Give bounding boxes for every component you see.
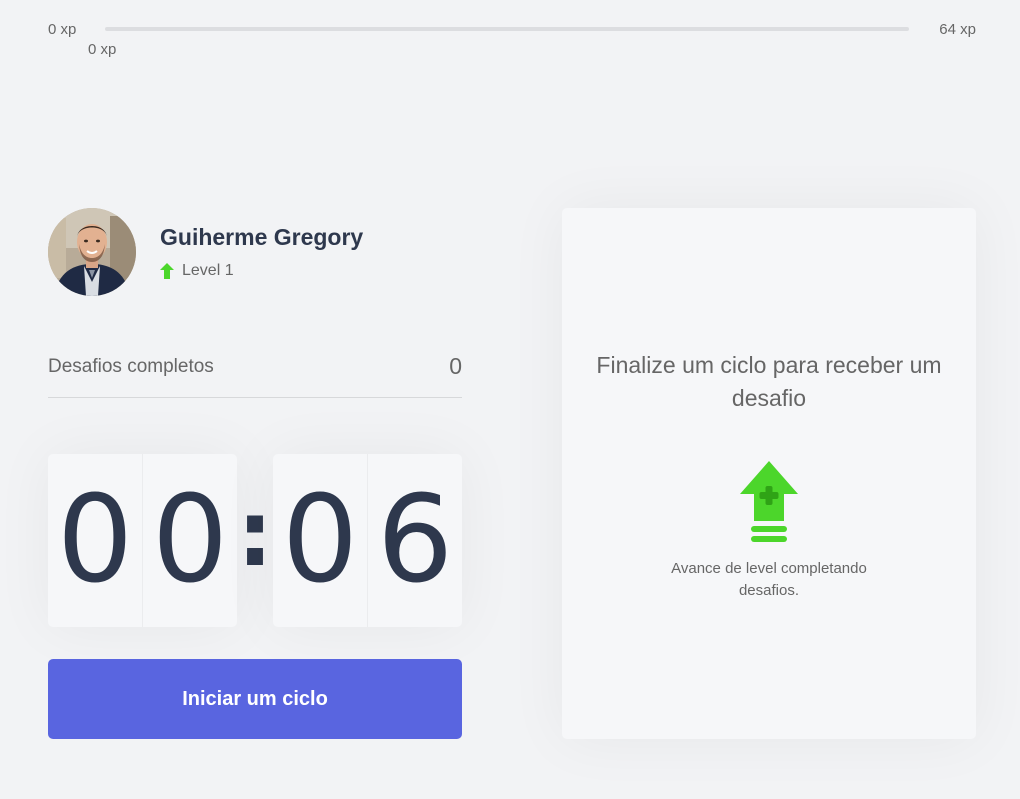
challenge-box: Finalize um ciclo para receber um desafi… [562, 208, 976, 739]
minute-digit-right: 0 [151, 470, 229, 610]
countdown: 0 0 : 0 6 [48, 454, 462, 627]
completed-challenges: Desafios completos 0 [48, 340, 462, 398]
challenge-box-title: Finalize um ciclo para receber um desafi… [596, 352, 942, 411]
countdown-seconds: 0 6 [273, 454, 462, 627]
xp-min-label: 0 xp [48, 21, 77, 38]
level-up-arrow-icon [160, 263, 174, 279]
profile: Guiherme Gregory Level 1 [48, 208, 462, 296]
avatar-image [48, 208, 136, 296]
countdown-minutes: 0 0 [48, 454, 237, 627]
xp-max-label: 64 xp [939, 21, 976, 38]
profile-level-label: Level 1 [182, 262, 234, 279]
challenge-box-description: Avance de level completando desafios. [671, 560, 867, 599]
xp-progress-track [105, 27, 909, 31]
profile-level: Level 1 [160, 261, 234, 281]
avatar [48, 208, 136, 296]
minute-digit-left: 0 [48, 454, 143, 627]
completed-challenges-label: Desafios completos [48, 356, 214, 377]
countdown-separator: : [237, 481, 273, 587]
completed-challenges-count: 0 [449, 353, 462, 379]
profile-name: Guiherme Gregory [160, 224, 364, 250]
level-up-arrow-plus-icon [740, 461, 798, 542]
xp-current-label: 0 xp [88, 41, 117, 58]
start-cycle-button[interactable]: Iniciar um ciclo [48, 659, 462, 739]
second-digit-right: 6 [376, 470, 454, 610]
experience-bar: 0 xp 0 xp 64 xp [48, 20, 976, 60]
second-digit-left: 0 [273, 454, 368, 627]
